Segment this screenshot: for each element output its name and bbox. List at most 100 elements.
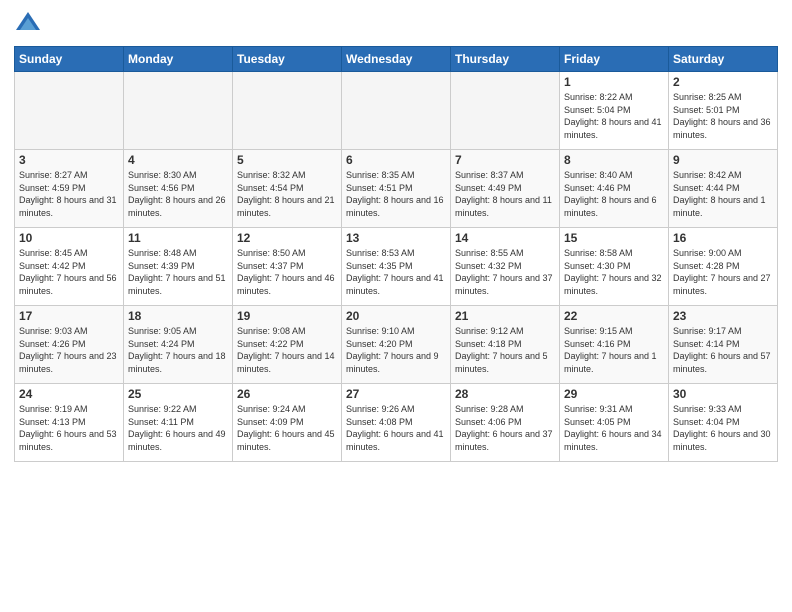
day-number: 21 <box>455 309 555 323</box>
day-info: Sunrise: 8:53 AM Sunset: 4:35 PM Dayligh… <box>346 247 446 297</box>
day-info: Sunrise: 8:50 AM Sunset: 4:37 PM Dayligh… <box>237 247 337 297</box>
day-number: 14 <box>455 231 555 245</box>
day-info: Sunrise: 9:28 AM Sunset: 4:06 PM Dayligh… <box>455 403 555 453</box>
day-info: Sunrise: 8:35 AM Sunset: 4:51 PM Dayligh… <box>346 169 446 219</box>
calendar-cell: 1 Sunrise: 8:22 AM Sunset: 5:04 PM Daylig… <box>560 72 669 150</box>
page: SundayMondayTuesdayWednesdayThursdayFrid… <box>0 0 792 612</box>
day-info: Sunrise: 8:27 AM Sunset: 4:59 PM Dayligh… <box>19 169 119 219</box>
day-number: 30 <box>673 387 773 401</box>
calendar-cell: 22 Sunrise: 9:15 AM Sunset: 4:16 PM Dayli… <box>560 306 669 384</box>
day-info: Sunrise: 8:40 AM Sunset: 4:46 PM Dayligh… <box>564 169 664 219</box>
day-number: 20 <box>346 309 446 323</box>
calendar-week-4: 17Sunrise: 9:03 AM Sunset: 4:26 PM Dayli… <box>15 306 778 384</box>
day-info: Sunrise: 8:58 AM Sunset: 4:30 PM Dayligh… <box>564 247 664 297</box>
day-info: Sunrise: 8:22 AM Sunset: 5:04 PM Dayligh… <box>564 91 664 141</box>
day-number: 28 <box>455 387 555 401</box>
calendar-cell <box>15 72 124 150</box>
day-info: Sunrise: 9:31 AM Sunset: 4:05 PM Dayligh… <box>564 403 664 453</box>
day-info: Sunrise: 8:42 AM Sunset: 4:44 PM Dayligh… <box>673 169 773 219</box>
day-number: 23 <box>673 309 773 323</box>
calendar-cell: 27 Sunrise: 9:26 AM Sunset: 4:08 PM Dayli… <box>342 384 451 462</box>
day-info: Sunrise: 9:22 AM Sunset: 4:11 PM Dayligh… <box>128 403 228 453</box>
day-info: Sunrise: 8:25 AM Sunset: 5:01 PM Dayligh… <box>673 91 773 141</box>
day-number: 10 <box>19 231 119 245</box>
header <box>14 10 778 38</box>
day-info: Sunrise: 9:00 AM Sunset: 4:28 PM Dayligh… <box>673 247 773 297</box>
day-number: 29 <box>564 387 664 401</box>
day-number: 18 <box>128 309 228 323</box>
calendar-cell: 9 Sunrise: 8:42 AM Sunset: 4:44 PM Daylig… <box>669 150 778 228</box>
calendar: SundayMondayTuesdayWednesdayThursdayFrid… <box>14 46 778 462</box>
weekday-header-wednesday: Wednesday <box>342 47 451 72</box>
day-number: 3 <box>19 153 119 167</box>
calendar-cell: 5 Sunrise: 8:32 AM Sunset: 4:54 PM Daylig… <box>233 150 342 228</box>
day-number: 13 <box>346 231 446 245</box>
day-info: Sunrise: 8:37 AM Sunset: 4:49 PM Dayligh… <box>455 169 555 219</box>
calendar-cell: 10 Sunrise: 8:45 AM Sunset: 4:42 PM Dayli… <box>15 228 124 306</box>
calendar-cell: 4 Sunrise: 8:30 AM Sunset: 4:56 PM Daylig… <box>124 150 233 228</box>
logo-icon <box>14 10 42 38</box>
calendar-cell: 7Sunrise: 8:37 AM Sunset: 4:49 PM Daylig… <box>451 150 560 228</box>
day-number: 5 <box>237 153 337 167</box>
day-info: Sunrise: 9:08 AM Sunset: 4:22 PM Dayligh… <box>237 325 337 375</box>
day-number: 11 <box>128 231 228 245</box>
weekday-header-monday: Monday <box>124 47 233 72</box>
day-number: 22 <box>564 309 664 323</box>
day-info: Sunrise: 9:19 AM Sunset: 4:13 PM Dayligh… <box>19 403 119 453</box>
day-info: Sunrise: 9:24 AM Sunset: 4:09 PM Dayligh… <box>237 403 337 453</box>
day-number: 17 <box>19 309 119 323</box>
day-number: 8 <box>564 153 664 167</box>
calendar-cell <box>124 72 233 150</box>
logo <box>14 10 46 38</box>
day-info: Sunrise: 8:32 AM Sunset: 4:54 PM Dayligh… <box>237 169 337 219</box>
calendar-cell: 15 Sunrise: 8:58 AM Sunset: 4:30 PM Dayli… <box>560 228 669 306</box>
calendar-cell: 11 Sunrise: 8:48 AM Sunset: 4:39 PM Dayli… <box>124 228 233 306</box>
day-info: Sunrise: 9:05 AM Sunset: 4:24 PM Dayligh… <box>128 325 228 375</box>
day-number: 27 <box>346 387 446 401</box>
calendar-week-1: 1 Sunrise: 8:22 AM Sunset: 5:04 PM Daylig… <box>15 72 778 150</box>
calendar-cell <box>451 72 560 150</box>
day-number: 4 <box>128 153 228 167</box>
calendar-cell: 23Sunrise: 9:17 AM Sunset: 4:14 PM Dayli… <box>669 306 778 384</box>
calendar-cell: 20 Sunrise: 9:10 AM Sunset: 4:20 PM Dayli… <box>342 306 451 384</box>
calendar-week-3: 10 Sunrise: 8:45 AM Sunset: 4:42 PM Dayli… <box>15 228 778 306</box>
calendar-cell <box>233 72 342 150</box>
calendar-cell: 3 Sunrise: 8:27 AM Sunset: 4:59 PM Daylig… <box>15 150 124 228</box>
day-info: Sunrise: 8:48 AM Sunset: 4:39 PM Dayligh… <box>128 247 228 297</box>
day-info: Sunrise: 8:45 AM Sunset: 4:42 PM Dayligh… <box>19 247 119 297</box>
day-number: 9 <box>673 153 773 167</box>
day-info: Sunrise: 9:15 AM Sunset: 4:16 PM Dayligh… <box>564 325 664 375</box>
calendar-cell: 25 Sunrise: 9:22 AM Sunset: 4:11 PM Dayli… <box>124 384 233 462</box>
day-number: 16 <box>673 231 773 245</box>
calendar-week-2: 3 Sunrise: 8:27 AM Sunset: 4:59 PM Daylig… <box>15 150 778 228</box>
calendar-header-row: SundayMondayTuesdayWednesdayThursdayFrid… <box>15 47 778 72</box>
calendar-cell: 13 Sunrise: 8:53 AM Sunset: 4:35 PM Dayli… <box>342 228 451 306</box>
day-info: Sunrise: 9:10 AM Sunset: 4:20 PM Dayligh… <box>346 325 446 375</box>
calendar-cell <box>342 72 451 150</box>
day-number: 12 <box>237 231 337 245</box>
weekday-header-saturday: Saturday <box>669 47 778 72</box>
weekday-header-tuesday: Tuesday <box>233 47 342 72</box>
day-number: 25 <box>128 387 228 401</box>
day-number: 15 <box>564 231 664 245</box>
calendar-cell: 2Sunrise: 8:25 AM Sunset: 5:01 PM Daylig… <box>669 72 778 150</box>
calendar-cell: 29 Sunrise: 9:31 AM Sunset: 4:05 PM Dayli… <box>560 384 669 462</box>
day-info: Sunrise: 9:12 AM Sunset: 4:18 PM Dayligh… <box>455 325 555 375</box>
calendar-cell: 8 Sunrise: 8:40 AM Sunset: 4:46 PM Daylig… <box>560 150 669 228</box>
weekday-header-sunday: Sunday <box>15 47 124 72</box>
day-number: 26 <box>237 387 337 401</box>
weekday-header-friday: Friday <box>560 47 669 72</box>
day-number: 1 <box>564 75 664 89</box>
calendar-cell: 28 Sunrise: 9:28 AM Sunset: 4:06 PM Dayli… <box>451 384 560 462</box>
calendar-cell: 30Sunrise: 9:33 AM Sunset: 4:04 PM Dayli… <box>669 384 778 462</box>
calendar-cell: 14Sunrise: 8:55 AM Sunset: 4:32 PM Dayli… <box>451 228 560 306</box>
calendar-cell: 26 Sunrise: 9:24 AM Sunset: 4:09 PM Dayli… <box>233 384 342 462</box>
calendar-week-5: 24Sunrise: 9:19 AM Sunset: 4:13 PM Dayli… <box>15 384 778 462</box>
calendar-cell: 21 Sunrise: 9:12 AM Sunset: 4:18 PM Dayli… <box>451 306 560 384</box>
calendar-cell: 17Sunrise: 9:03 AM Sunset: 4:26 PM Dayli… <box>15 306 124 384</box>
day-info: Sunrise: 9:26 AM Sunset: 4:08 PM Dayligh… <box>346 403 446 453</box>
calendar-cell: 18 Sunrise: 9:05 AM Sunset: 4:24 PM Dayli… <box>124 306 233 384</box>
weekday-header-thursday: Thursday <box>451 47 560 72</box>
calendar-cell: 12 Sunrise: 8:50 AM Sunset: 4:37 PM Dayli… <box>233 228 342 306</box>
day-info: Sunrise: 8:30 AM Sunset: 4:56 PM Dayligh… <box>128 169 228 219</box>
